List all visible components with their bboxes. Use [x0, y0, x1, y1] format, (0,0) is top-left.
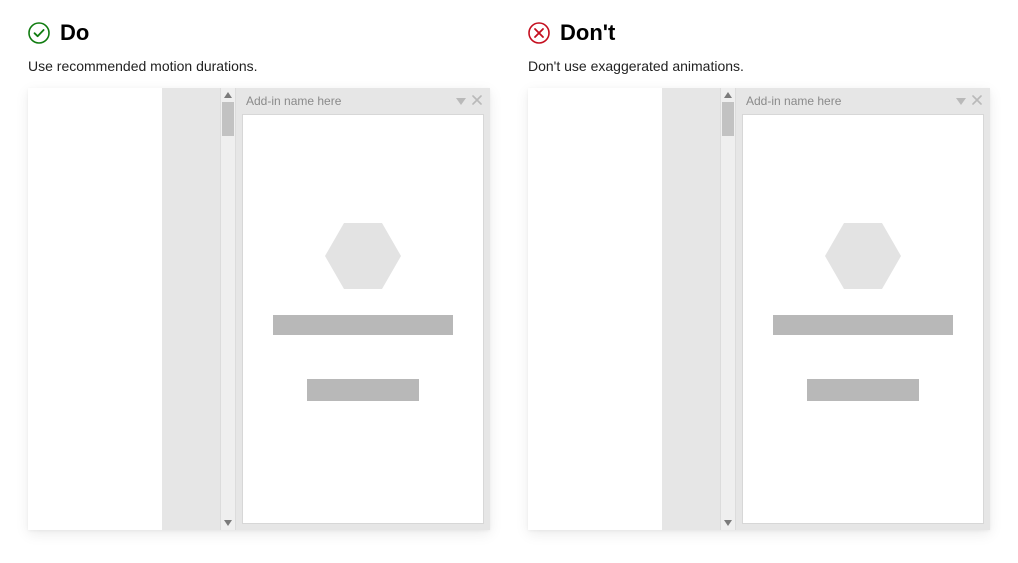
dont-title: Don't	[560, 20, 615, 46]
do-subtitle: Use recommended motion durations.	[28, 58, 490, 74]
scroll-down-icon[interactable]	[721, 516, 735, 530]
scroll-up-icon[interactable]	[721, 88, 735, 102]
scroll-up-icon[interactable]	[221, 88, 235, 102]
chevron-down-icon[interactable]	[956, 92, 966, 110]
close-icon[interactable]	[972, 92, 982, 110]
scrollbar-thumb[interactable]	[222, 102, 234, 136]
document-area	[528, 88, 662, 530]
pane-header: Add-in name here	[236, 88, 490, 114]
task-pane: Add-in name here	[736, 88, 990, 530]
do-column: Do Use recommended motion durations. Add…	[28, 20, 490, 530]
scroll-down-icon[interactable]	[221, 516, 235, 530]
x-circle-icon	[528, 22, 550, 44]
scrollbar-thumb[interactable]	[722, 102, 734, 136]
placeholder-bar-narrow	[307, 379, 419, 401]
dont-column: Don't Don't use exaggerated animations. …	[528, 20, 990, 530]
pane-content	[742, 114, 984, 524]
dont-subtitle: Don't use exaggerated animations.	[528, 58, 990, 74]
document-area	[28, 88, 162, 530]
hexagon-icon	[825, 223, 901, 289]
pane-title: Add-in name here	[246, 94, 341, 108]
placeholder-bar-narrow	[807, 379, 919, 401]
placeholder-bar-wide	[773, 315, 953, 335]
check-circle-icon	[28, 22, 50, 44]
task-pane: Add-in name here	[236, 88, 490, 530]
placeholder-bar-wide	[273, 315, 453, 335]
close-icon[interactable]	[472, 92, 482, 110]
pane-content	[242, 114, 484, 524]
scrollbar-track[interactable]	[221, 102, 235, 516]
pane-header: Add-in name here	[736, 88, 990, 114]
do-title: Do	[60, 20, 89, 46]
dont-mockup: Add-in name here	[528, 88, 990, 530]
scrollbar-track[interactable]	[721, 102, 735, 516]
scrollbar[interactable]	[720, 88, 736, 530]
dont-header: Don't	[528, 20, 990, 46]
hexagon-icon	[325, 223, 401, 289]
scrollbar[interactable]	[220, 88, 236, 530]
do-header: Do	[28, 20, 490, 46]
do-mockup: Add-in name here	[28, 88, 490, 530]
chevron-down-icon[interactable]	[456, 92, 466, 110]
pane-title: Add-in name here	[746, 94, 841, 108]
